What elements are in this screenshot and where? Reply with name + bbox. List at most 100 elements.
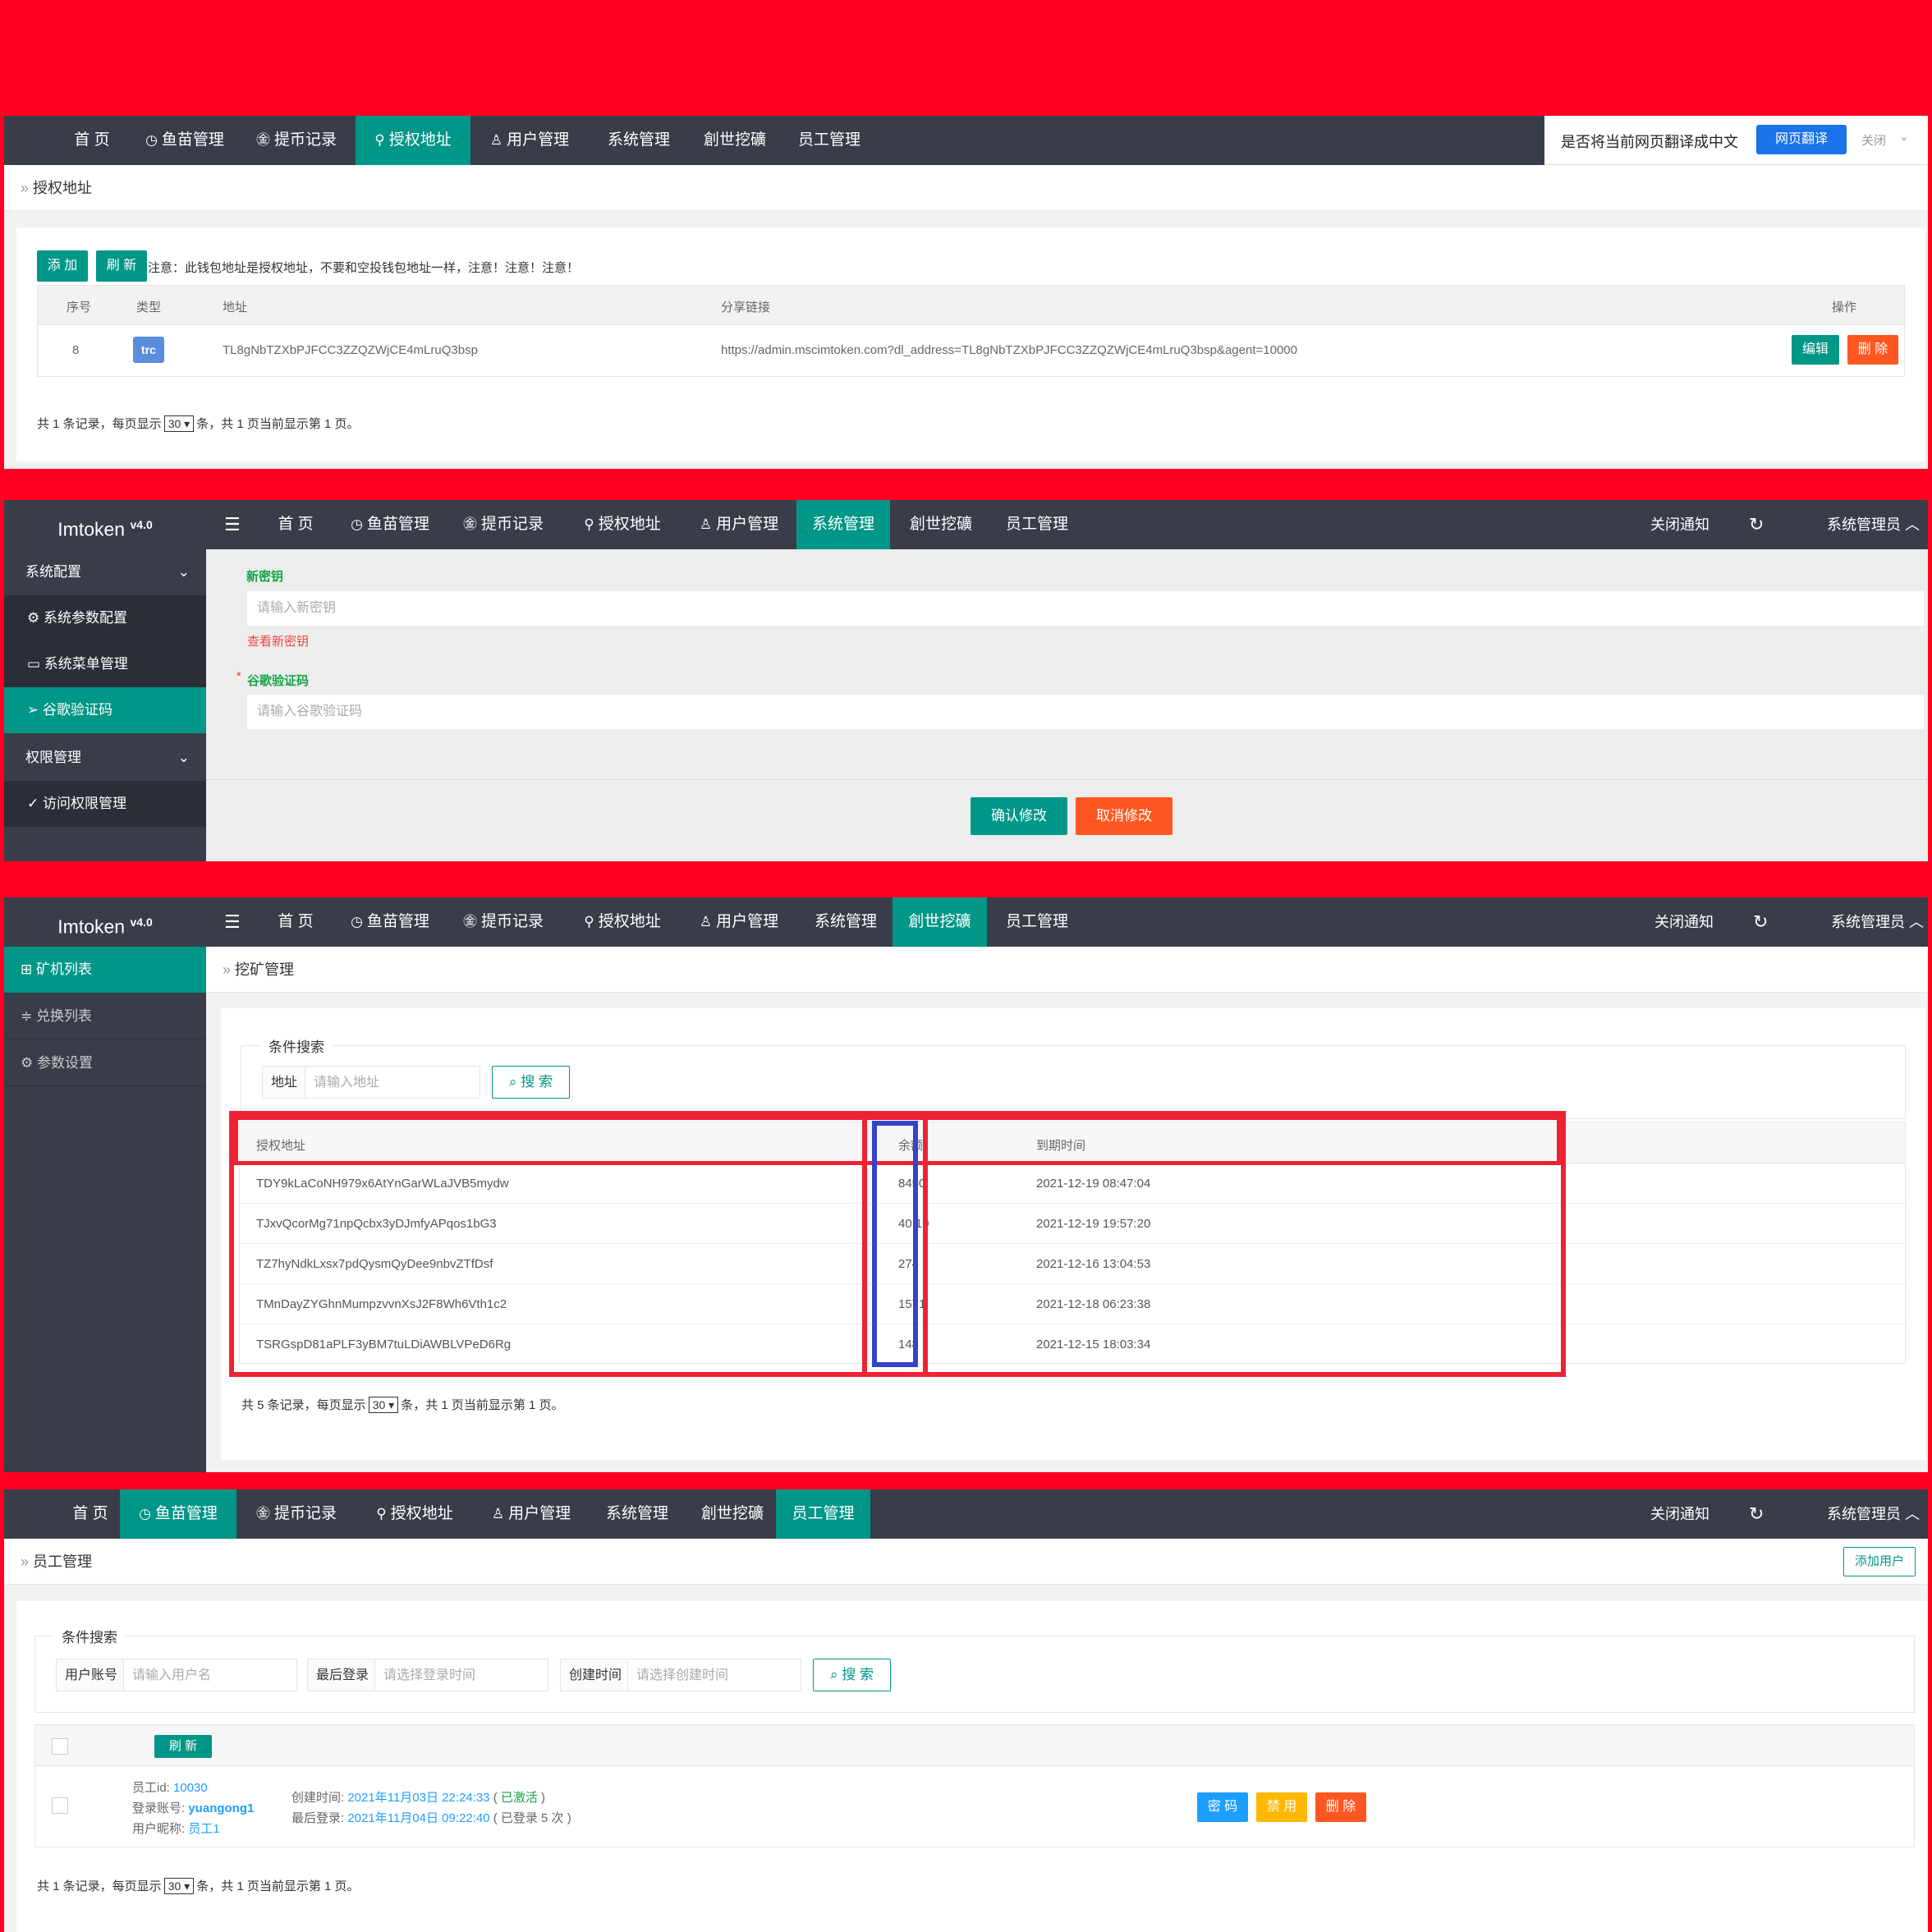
account-input[interactable]: 请输入用户名 xyxy=(123,1659,297,1691)
nav-fish[interactable]: ◷ 鱼苗管理 xyxy=(120,1489,236,1539)
nav-mining[interactable]: 創世挖礦 xyxy=(896,500,986,549)
nav-system[interactable]: 系统管理 xyxy=(801,897,891,947)
refresh-button[interactable]: 刷 新 xyxy=(96,250,147,282)
nav-home[interactable]: 首 页 xyxy=(55,116,129,165)
translate-button[interactable]: 网页翻译 xyxy=(1756,125,1847,154)
divider xyxy=(206,779,1928,780)
nav-fish[interactable]: ◷ 鱼苗管理 xyxy=(341,500,439,549)
double-chevron-icon: » xyxy=(21,180,30,196)
sidebar-group-perm[interactable]: 权限管理 ⌄ xyxy=(4,735,206,781)
pagination: 共 1 条记录，每页显示 30 ▾ 条，共 1 页当前显示第 1 页。 xyxy=(37,415,360,432)
double-chevron-icon: » xyxy=(21,1553,30,1570)
nav-home[interactable]: 首 页 xyxy=(259,897,333,947)
address-input[interactable]: 请输入地址 xyxy=(305,1066,480,1099)
sidebar-item-miners[interactable]: ⊞ 矿机列表 xyxy=(4,947,206,993)
delete-button[interactable]: 删 除 xyxy=(1315,1792,1366,1822)
search-button[interactable]: ⌕ 搜 索 xyxy=(492,1066,570,1099)
nav-system[interactable]: 系统管理 xyxy=(592,1489,682,1539)
staff-account-label: 登录账号: xyxy=(132,1801,186,1815)
last-login-input[interactable]: 请选择登录时间 xyxy=(374,1659,548,1691)
nav-staff[interactable]: 员工管理 xyxy=(784,116,874,165)
refresh-icon[interactable]: ↻ xyxy=(1753,897,1768,947)
admin-menu[interactable]: 系统管理员 ︿ xyxy=(1831,897,1924,947)
confirm-button[interactable]: 确认修改 xyxy=(971,797,1067,835)
nav-staff[interactable]: 员工管理 xyxy=(992,500,1082,549)
brand-name: Imtoken xyxy=(57,518,126,540)
delete-button[interactable]: 删 除 xyxy=(1847,335,1898,365)
close-notice[interactable]: 关闭通知 xyxy=(1650,1489,1709,1539)
refresh-icon[interactable]: ↻ xyxy=(1749,500,1764,549)
refresh-icon[interactable]: ↻ xyxy=(1749,1489,1764,1539)
nav-system[interactable]: 系统管理 xyxy=(796,500,890,549)
created-line: 创建时间: 2021年11月03日 22:24:33 ( 已激活 ) xyxy=(291,1791,546,1805)
translate-prompt: 是否将当前网页翻译成中文 xyxy=(1561,134,1738,150)
nav-mining[interactable]: 創世挖礦 xyxy=(893,897,987,947)
search-button[interactable]: ⌕ 搜 索 xyxy=(813,1659,891,1691)
nav-auth[interactable]: ⚲ 授权地址 xyxy=(356,116,470,165)
nav-staff[interactable]: 员工管理 xyxy=(776,1489,870,1539)
system-config-panel: Imtoken v4.0 ☰ 首 页 ◷ 鱼苗管理 ㊎提币记录 ⚲ 授权地址 ♙ 用户… xyxy=(4,500,1928,861)
nav-staff-label: 员工管理 xyxy=(797,131,860,149)
page-size-select[interactable]: 30 ▾ xyxy=(163,1878,195,1894)
nav-staff[interactable]: 员工管理 xyxy=(992,897,1082,947)
nav-auth[interactable]: ⚲ 授权地址 xyxy=(573,897,672,947)
disable-button[interactable]: 禁 用 xyxy=(1256,1792,1307,1822)
nav-users[interactable]: ♙ 用户管理 xyxy=(690,500,788,549)
select-all-checkbox[interactable] xyxy=(52,1738,68,1755)
staff-nick-label: 用户昵称: xyxy=(132,1822,186,1836)
cancel-button[interactable]: 取消修改 xyxy=(1076,797,1173,835)
nav-withdraw[interactable]: ㊎提币记录 xyxy=(247,1489,346,1539)
add-button[interactable]: 添 加 xyxy=(37,250,88,282)
nav-system[interactable]: 系统管理 xyxy=(594,116,684,165)
row-link[interactable]: https://admin.mscimtoken.com?dl_address=… xyxy=(721,343,1297,357)
nav-withdraw-label: 提币记录 xyxy=(480,516,544,533)
sidebar-item-settings[interactable]: ⚙ 参数设置 xyxy=(4,1040,206,1086)
staff-panel: 首 页 ◷ 鱼苗管理 ㊎提币记录 ⚲ 授权地址 ♙ 用户管理 系统管理 創世挖礦 员工… xyxy=(4,1489,1928,1932)
row-checkbox[interactable] xyxy=(52,1797,68,1814)
edit-button[interactable]: 编辑 xyxy=(1792,335,1839,365)
breadcrumb-text: 挖矿管理 xyxy=(235,961,295,978)
translate-close[interactable]: 关闭 xyxy=(1861,131,1886,149)
nav-users[interactable]: ♙ 用户管理 xyxy=(482,1489,581,1539)
nav-withdraw[interactable]: ㊎提币记录 xyxy=(454,897,553,947)
brand-logo: Imtoken v4.0 xyxy=(4,500,206,549)
new-key-input[interactable]: 请输入新密钥 xyxy=(247,591,1924,626)
menu-icon[interactable]: ☰ xyxy=(224,897,241,947)
nav-mining[interactable]: 創世挖礦 xyxy=(690,116,780,165)
admin-menu[interactable]: 系统管理员 ︿ xyxy=(1827,1489,1920,1539)
admin-menu[interactable]: 系统管理员 ︿ xyxy=(1827,500,1920,549)
menu-icon[interactable]: ☰ xyxy=(224,500,241,549)
nav-auth[interactable]: ⚲ 授权地址 xyxy=(365,1489,464,1539)
page-size-select[interactable]: 30 ▾ xyxy=(163,415,195,432)
search-legend: 条件搜索 xyxy=(260,1035,333,1056)
nav-withdraw[interactable]: ㊎提币记录 xyxy=(454,500,553,549)
sidebar-group-config[interactable]: 系统配置 ⌄ xyxy=(4,549,206,595)
refresh-button[interactable]: 刷 新 xyxy=(154,1735,212,1758)
page-size-select[interactable]: 30 ▾ xyxy=(368,1397,399,1413)
add-user-button[interactable]: 添加用户 xyxy=(1843,1547,1916,1576)
google-code-input[interactable]: 请输入谷歌验证码 xyxy=(247,695,1924,729)
nav-mining[interactable]: 創世挖礦 xyxy=(687,1489,778,1539)
created-input[interactable]: 请选择创建时间 xyxy=(627,1659,801,1691)
brand-version: v4.0 xyxy=(130,916,153,929)
nav-fish[interactable]: ◷ 鱼苗管理 xyxy=(135,116,234,165)
sidebar-item-menus[interactable]: ▭ 系统菜单管理 xyxy=(4,641,206,687)
nav-users[interactable]: ♙ 用户管理 xyxy=(690,897,788,947)
sidebar-item-access[interactable]: ✓ 访问权限管理 xyxy=(4,781,206,827)
nav-auth[interactable]: ⚲ 授权地址 xyxy=(573,500,672,549)
sidebar-item-google-label: 谷歌验证码 xyxy=(42,702,112,718)
sidebar-item-google[interactable]: ➢ 谷歌验证码 xyxy=(4,687,206,733)
close-notice[interactable]: 关闭通知 xyxy=(1650,500,1709,549)
nav-home[interactable]: 首 页 xyxy=(259,500,333,549)
nav-fish[interactable]: ◷ 鱼苗管理 xyxy=(341,897,439,947)
nav-withdraw[interactable]: ㊎提币记录 xyxy=(247,116,346,165)
sidebar-item-exchange[interactable]: ≑ 兑换列表 xyxy=(4,994,206,1039)
chevron-down-icon[interactable]: ⌄ xyxy=(1899,130,1909,144)
chevron-down-icon: ⌄ xyxy=(177,564,190,580)
nav-home[interactable]: 首 页 xyxy=(53,1489,127,1539)
password-button[interactable]: 密 码 xyxy=(1197,1792,1248,1822)
view-key-link[interactable]: 查看新密钥 xyxy=(247,632,309,649)
close-notice[interactable]: 关闭通知 xyxy=(1654,897,1714,947)
nav-users[interactable]: ♙ 用户管理 xyxy=(480,116,579,165)
sidebar-item-params[interactable]: ⚙ 系统参数配置 xyxy=(4,595,206,641)
